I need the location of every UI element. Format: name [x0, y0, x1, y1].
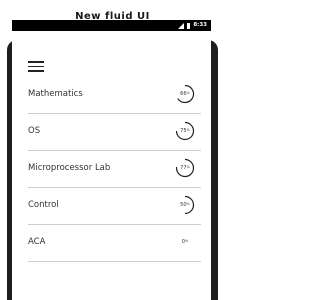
percent-symbol: % [186, 128, 190, 132]
subject-list: Mathematics 66% OS 75% Microprocessor La… [28, 77, 201, 262]
progress-gauge: 50% [175, 195, 195, 215]
progress-gauge: 0% [175, 232, 195, 252]
signal-icon [178, 22, 185, 29]
hamburger-menu-icon[interactable] [28, 61, 44, 73]
list-item[interactable]: OS 75% [28, 114, 201, 151]
subject-label: OS [28, 126, 41, 136]
app-screen: Mathematics 66% OS 75% Microprocessor La… [12, 31, 211, 300]
subject-label: Microprocessor Lab [28, 163, 111, 173]
list-item[interactable]: Control 50% [28, 188, 201, 225]
battery-icon [187, 22, 191, 29]
list-item[interactable]: Mathematics 66% [28, 77, 201, 114]
percent-symbol: % [186, 165, 190, 169]
status-time: 8:33 [193, 22, 207, 28]
progress-gauge: 75% [175, 121, 195, 141]
progress-gauge: 77% [175, 158, 195, 178]
list-item[interactable]: Microprocessor Lab 77% [28, 151, 201, 188]
progress-gauge: 66% [175, 84, 195, 104]
subject-label: ACA [28, 237, 46, 247]
list-item[interactable]: ACA 0% [28, 225, 201, 262]
percent-symbol: % [184, 239, 189, 243]
subject-label: Mathematics [28, 89, 83, 99]
percent-symbol: % [186, 91, 190, 95]
percent-symbol: % [186, 202, 190, 206]
status-bar: 8:33 [12, 20, 211, 31]
subject-label: Control [28, 200, 59, 210]
